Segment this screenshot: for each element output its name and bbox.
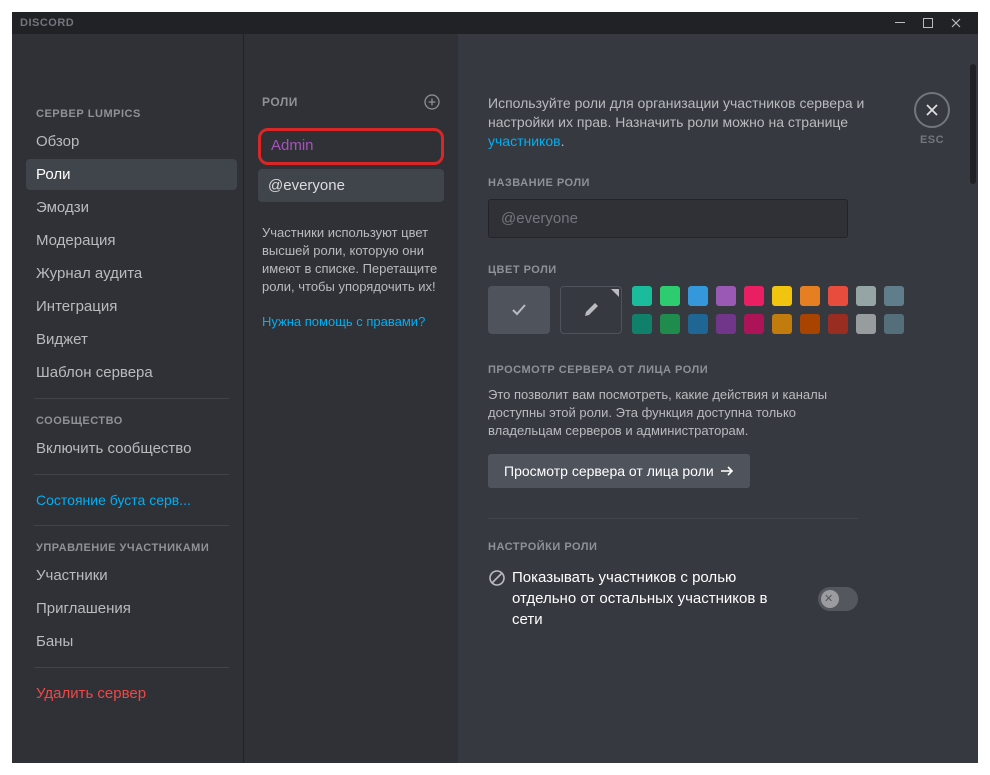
content-desc: Используйте роли для организации участни… — [488, 94, 928, 151]
color-swatch[interactable] — [716, 286, 736, 306]
sidebar-item-overview[interactable]: Обзор — [26, 126, 237, 157]
view-as-role-title: ПРОСМОТР СЕРВЕРА ОТ ЛИЦА РОЛИ — [488, 364, 948, 376]
settings-sidebar: СЕРВЕР LUMPICS Обзор Роли Эмодзи Модерац… — [12, 34, 244, 763]
setting-display-separate-label: Показывать участников с ролью отдельно о… — [488, 567, 788, 630]
roles-reorder-hint: Участники используют цвет высшей роли, к… — [258, 224, 444, 296]
view-as-role-desc: Это позволит вам посмотреть, какие дейст… — [488, 386, 848, 440]
color-swatch[interactable] — [716, 314, 736, 334]
sidebar-category-server: СЕРВЕР LUMPICS — [26, 102, 237, 126]
sidebar-item-roles[interactable]: Роли — [26, 159, 237, 190]
role-color-label: ЦВЕТ РОЛИ — [488, 264, 948, 276]
role-name-label: НАЗВАНИЕ РОЛИ — [488, 177, 948, 189]
add-role-button[interactable] — [424, 94, 440, 110]
close-icon — [914, 92, 950, 128]
window-titlebar: DISCORD — [12, 12, 978, 34]
roles-help-link[interactable]: Нужна помощь с правами? — [258, 314, 444, 329]
color-swatch[interactable] — [660, 286, 680, 306]
sidebar-category-members: УПРАВЛЕНИЕ УЧАСТНИКАМИ — [26, 536, 237, 560]
sidebar-item-emoji[interactable]: Эмодзи — [26, 192, 237, 223]
color-swatch[interactable] — [884, 286, 904, 306]
sidebar-item-delete-server[interactable]: Удалить сервер — [26, 678, 237, 709]
setting-display-separate-toggle[interactable]: ✕ — [818, 587, 858, 611]
close-settings-button[interactable]: ESC — [914, 92, 950, 146]
color-swatch-grid — [632, 286, 904, 334]
color-swatch[interactable] — [800, 286, 820, 306]
color-swatch[interactable] — [688, 286, 708, 306]
color-swatch[interactable] — [632, 286, 652, 306]
color-swatch[interactable] — [828, 286, 848, 306]
color-swatch[interactable] — [828, 314, 848, 334]
scrollbar[interactable] — [970, 64, 976, 763]
color-swatch[interactable] — [772, 314, 792, 334]
color-custom-picker[interactable] — [560, 286, 622, 334]
color-swatch[interactable] — [856, 286, 876, 306]
sidebar-item-template[interactable]: Шаблон сервера — [26, 357, 237, 388]
color-default-swatch[interactable] — [488, 286, 550, 334]
color-swatch[interactable] — [660, 314, 680, 334]
sidebar-item-enable-community[interactable]: Включить сообщество — [26, 433, 237, 464]
maximize-button[interactable] — [914, 12, 942, 34]
role-item-everyone[interactable]: @everyone — [258, 169, 444, 202]
role-item-admin[interactable]: Admin — [269, 135, 433, 156]
close-button[interactable] — [942, 12, 970, 34]
color-swatch[interactable] — [744, 314, 764, 334]
arrow-right-icon — [720, 465, 734, 477]
role-settings-label: НАСТРОЙКИ РОЛИ — [488, 541, 948, 553]
sidebar-item-widget[interactable]: Виджет — [26, 324, 237, 355]
color-swatch[interactable] — [744, 286, 764, 306]
sidebar-category-community: СООБЩЕСТВО — [26, 409, 237, 433]
roles-header-label: РОЛИ — [262, 95, 298, 109]
roles-list-column: РОЛИ Admin @everyone Участники использую… — [244, 34, 458, 763]
sidebar-item-audit-log[interactable]: Журнал аудита — [26, 258, 237, 289]
sidebar-item-integration[interactable]: Интеграция — [26, 291, 237, 322]
view-as-role-button[interactable]: Просмотр сервера от лица роли — [488, 454, 750, 488]
color-swatch[interactable] — [884, 314, 904, 334]
role-settings-content: Используйте роли для организации участни… — [458, 34, 978, 763]
sidebar-item-invites[interactable]: Приглашения — [26, 593, 237, 624]
minimize-button[interactable] — [886, 12, 914, 34]
sidebar-item-bans[interactable]: Баны — [26, 626, 237, 657]
sidebar-item-boost-status[interactable]: Состояние буста серв... — [26, 485, 237, 515]
annotation-highlight: Admin — [258, 128, 444, 165]
role-name-input[interactable] — [488, 199, 848, 238]
prohibited-icon — [488, 569, 506, 587]
color-swatch[interactable] — [772, 286, 792, 306]
sidebar-item-members[interactable]: Участники — [26, 560, 237, 591]
check-icon — [509, 300, 529, 320]
esc-label: ESC — [920, 134, 944, 146]
members-link[interactable]: участников — [488, 133, 561, 149]
color-swatch[interactable] — [800, 314, 820, 334]
color-swatch[interactable] — [632, 314, 652, 334]
eyedropper-icon — [583, 302, 599, 318]
brand-label: DISCORD — [20, 17, 74, 29]
sidebar-item-moderation[interactable]: Модерация — [26, 225, 237, 256]
color-swatch[interactable] — [856, 314, 876, 334]
color-swatch[interactable] — [688, 314, 708, 334]
